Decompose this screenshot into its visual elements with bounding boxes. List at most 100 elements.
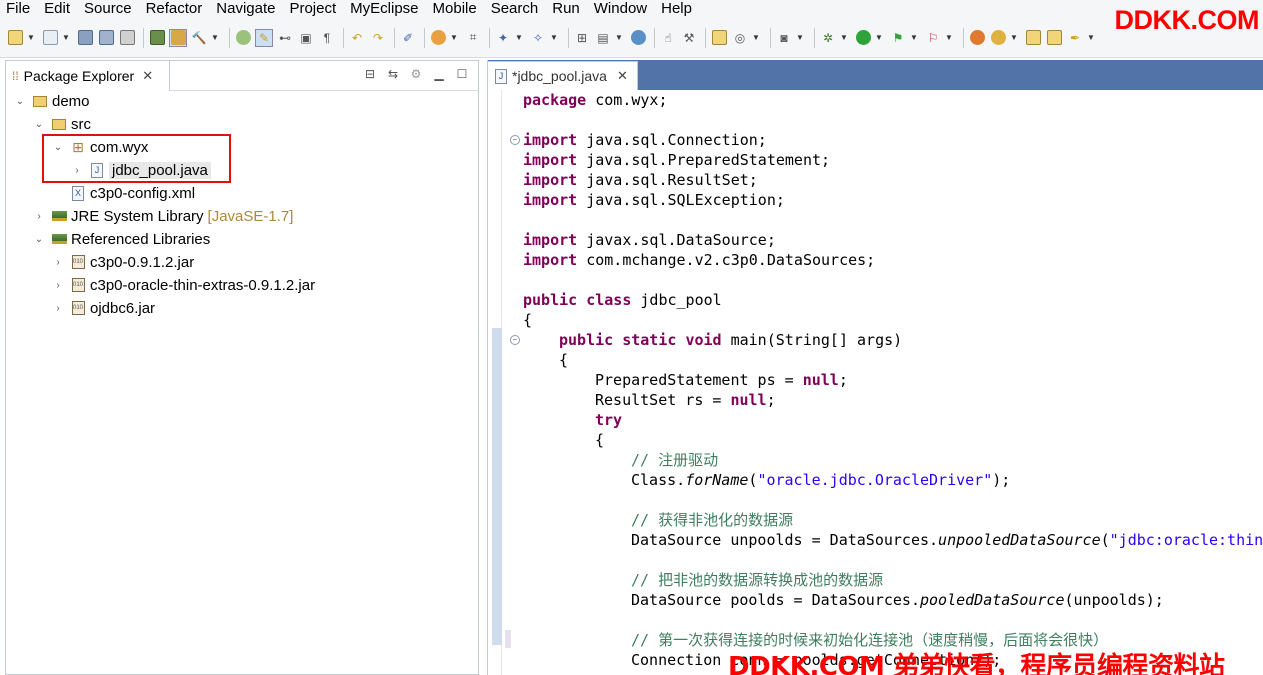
minimize-icon[interactable]: ▁: [429, 66, 449, 82]
wand2-dropdown-icon[interactable]: ▼: [550, 29, 558, 47]
menu-edit[interactable]: Edit: [37, 1, 77, 16]
open-folder2-icon[interactable]: [1045, 29, 1063, 47]
deploy-tool-icon[interactable]: ⊞: [573, 29, 591, 47]
page-dropdown-icon[interactable]: ▼: [615, 29, 623, 47]
close-icon[interactable]: ✕: [617, 68, 628, 84]
close-icon[interactable]: ✕: [142, 68, 153, 84]
new-project-icon[interactable]: [41, 29, 59, 47]
new-icon[interactable]: [6, 29, 24, 47]
run-external-dropdown-icon[interactable]: ▼: [910, 29, 918, 47]
tree-item-src[interactable]: ⌄ src: [33, 113, 91, 135]
highlight-icon[interactable]: ✎: [255, 28, 273, 47]
coverage-dropdown-icon[interactable]: ▼: [945, 29, 953, 47]
fold-toggle-icon[interactable]: −: [510, 335, 520, 345]
save-all-icon[interactable]: [97, 29, 115, 47]
run-config-icon[interactable]: [429, 29, 447, 47]
open-file-icon[interactable]: [710, 29, 728, 47]
open-folder-icon[interactable]: [1024, 29, 1042, 47]
menu-source[interactable]: Source: [77, 1, 139, 16]
prev-annotation-icon[interactable]: ↷: [369, 29, 387, 47]
build-dropdown-icon[interactable]: ▼: [211, 29, 219, 47]
chevron-down-icon[interactable]: ⌄: [14, 96, 26, 107]
tree-label: jdbc_pool.java: [109, 161, 211, 179]
new-package-icon[interactable]: [989, 29, 1007, 47]
keyword: null: [802, 371, 839, 389]
chevron-right-icon[interactable]: ›: [52, 280, 64, 291]
tab-package-explorer[interactable]: ⁞⁞ Package Explorer ✕: [6, 61, 170, 91]
tools-icon[interactable]: ⚒: [680, 29, 698, 47]
tree-item-demo[interactable]: ⌄ demo: [14, 90, 90, 112]
new-class-icon[interactable]: [968, 29, 986, 47]
run-icon[interactable]: [854, 29, 872, 47]
pin-icon[interactable]: ✐: [399, 29, 417, 47]
maximize-icon[interactable]: ☐: [452, 66, 472, 82]
tree-item-referenced-libraries[interactable]: ⌄ Referenced Libraries: [33, 228, 210, 250]
save-icon[interactable]: [76, 29, 94, 47]
menu-project[interactable]: Project: [282, 1, 343, 16]
run-config-dropdown-icon[interactable]: ▼: [450, 29, 458, 47]
chevron-down-icon[interactable]: ⌄: [33, 234, 45, 245]
coverage-icon[interactable]: ⚐: [924, 29, 942, 47]
build-icon[interactable]: 🔨: [190, 29, 208, 47]
toolbar-separator: [343, 27, 344, 48]
new-dropdown-icon[interactable]: ▼: [27, 29, 35, 47]
run-dropdown-icon[interactable]: ▼: [875, 29, 883, 47]
tree-item-jre-system-library[interactable]: › JRE System Library [JavaSE-1.7]: [33, 205, 293, 227]
tab-jdbc-pool-java[interactable]: J *jdbc_pool.java ✕: [488, 61, 638, 90]
menu-myeclipse[interactable]: MyEclipse: [343, 1, 425, 16]
collapse-all-icon[interactable]: ⊟: [360, 66, 380, 82]
calendar-icon[interactable]: ⌗: [464, 29, 482, 47]
debug-icon[interactable]: ✲: [819, 29, 837, 47]
brush-icon[interactable]: ✒: [1066, 29, 1084, 47]
server-icon[interactable]: [169, 28, 187, 47]
toggle-icon[interactable]: ⊷: [276, 29, 294, 47]
camera-icon[interactable]: ◙: [775, 29, 793, 47]
camera-dropdown-icon[interactable]: ▼: [796, 29, 804, 47]
tree-item-ojdbc6-jar[interactable]: › 010 ojdbc6.jar: [52, 297, 155, 319]
tree-label: ojdbc6.jar: [90, 299, 156, 317]
new-project-dropdown-icon[interactable]: ▼: [62, 29, 70, 47]
tree-item-com-wyx[interactable]: ⌄ ⊞ com.wyx: [52, 136, 149, 158]
tree-item-jdbc-pool-java[interactable]: › J jdbc_pool.java: [71, 159, 211, 181]
wand2-icon[interactable]: ✧: [529, 29, 547, 47]
link-with-editor-icon[interactable]: ⇆: [383, 66, 403, 82]
menu-mobile[interactable]: Mobile: [426, 1, 484, 16]
tree-item-c3p0-oracle-jar[interactable]: › 010 c3p0-oracle-thin-extras-0.9.1.2.ja…: [52, 274, 315, 296]
chevron-right-icon[interactable]: ›: [33, 211, 45, 222]
chevron-down-icon[interactable]: ⌄: [52, 142, 64, 153]
deploy-icon[interactable]: [148, 29, 166, 47]
fold-toggle-icon[interactable]: −: [510, 135, 520, 145]
chevron-down-icon[interactable]: ⌄: [33, 119, 45, 130]
page-icon[interactable]: ▤: [594, 29, 612, 47]
new-package-dropdown-icon[interactable]: ▼: [1010, 29, 1018, 47]
menu-search[interactable]: Search: [484, 1, 546, 16]
globe-icon[interactable]: [629, 29, 647, 47]
menu-file[interactable]: File: [0, 1, 37, 16]
search-web-dropdown-icon[interactable]: ▼: [752, 29, 760, 47]
debug-dropdown-icon[interactable]: ▼: [840, 29, 848, 47]
tree-item-c3p0-jar[interactable]: › 010 c3p0-0.9.1.2.jar: [52, 251, 194, 273]
run-external-icon[interactable]: ⚑: [889, 29, 907, 47]
show-whitespace-icon[interactable]: ¶: [318, 29, 336, 47]
brush-dropdown-icon[interactable]: ▼: [1087, 29, 1095, 47]
print-icon[interactable]: [118, 29, 136, 47]
chevron-right-icon[interactable]: ›: [52, 303, 64, 314]
search-web-icon[interactable]: ◎: [731, 29, 749, 47]
menu-navigate[interactable]: Navigate: [209, 1, 282, 16]
menu-window[interactable]: Window: [587, 1, 654, 16]
next-annotation-icon[interactable]: ↶: [348, 29, 366, 47]
menu-help[interactable]: Help: [654, 1, 699, 16]
chevron-right-icon[interactable]: ›: [52, 257, 64, 268]
view-menu-icon[interactable]: ⚙: [406, 66, 426, 82]
open-type-icon[interactable]: [234, 29, 252, 47]
tree-item-c3p0-config-xml[interactable]: X c3p0-config.xml: [52, 182, 195, 204]
method-call: unpooledDataSource: [938, 531, 1101, 549]
chevron-right-icon[interactable]: ›: [71, 165, 83, 176]
menu-refactor[interactable]: Refactor: [139, 1, 210, 16]
block-select-icon[interactable]: ▣: [297, 29, 315, 47]
menu-run[interactable]: Run: [545, 1, 587, 16]
code-line: {: [559, 351, 569, 369]
wand-icon[interactable]: ✦: [494, 29, 512, 47]
hand-icon[interactable]: ☝: [659, 29, 677, 47]
wand-dropdown-icon[interactable]: ▼: [515, 29, 523, 47]
